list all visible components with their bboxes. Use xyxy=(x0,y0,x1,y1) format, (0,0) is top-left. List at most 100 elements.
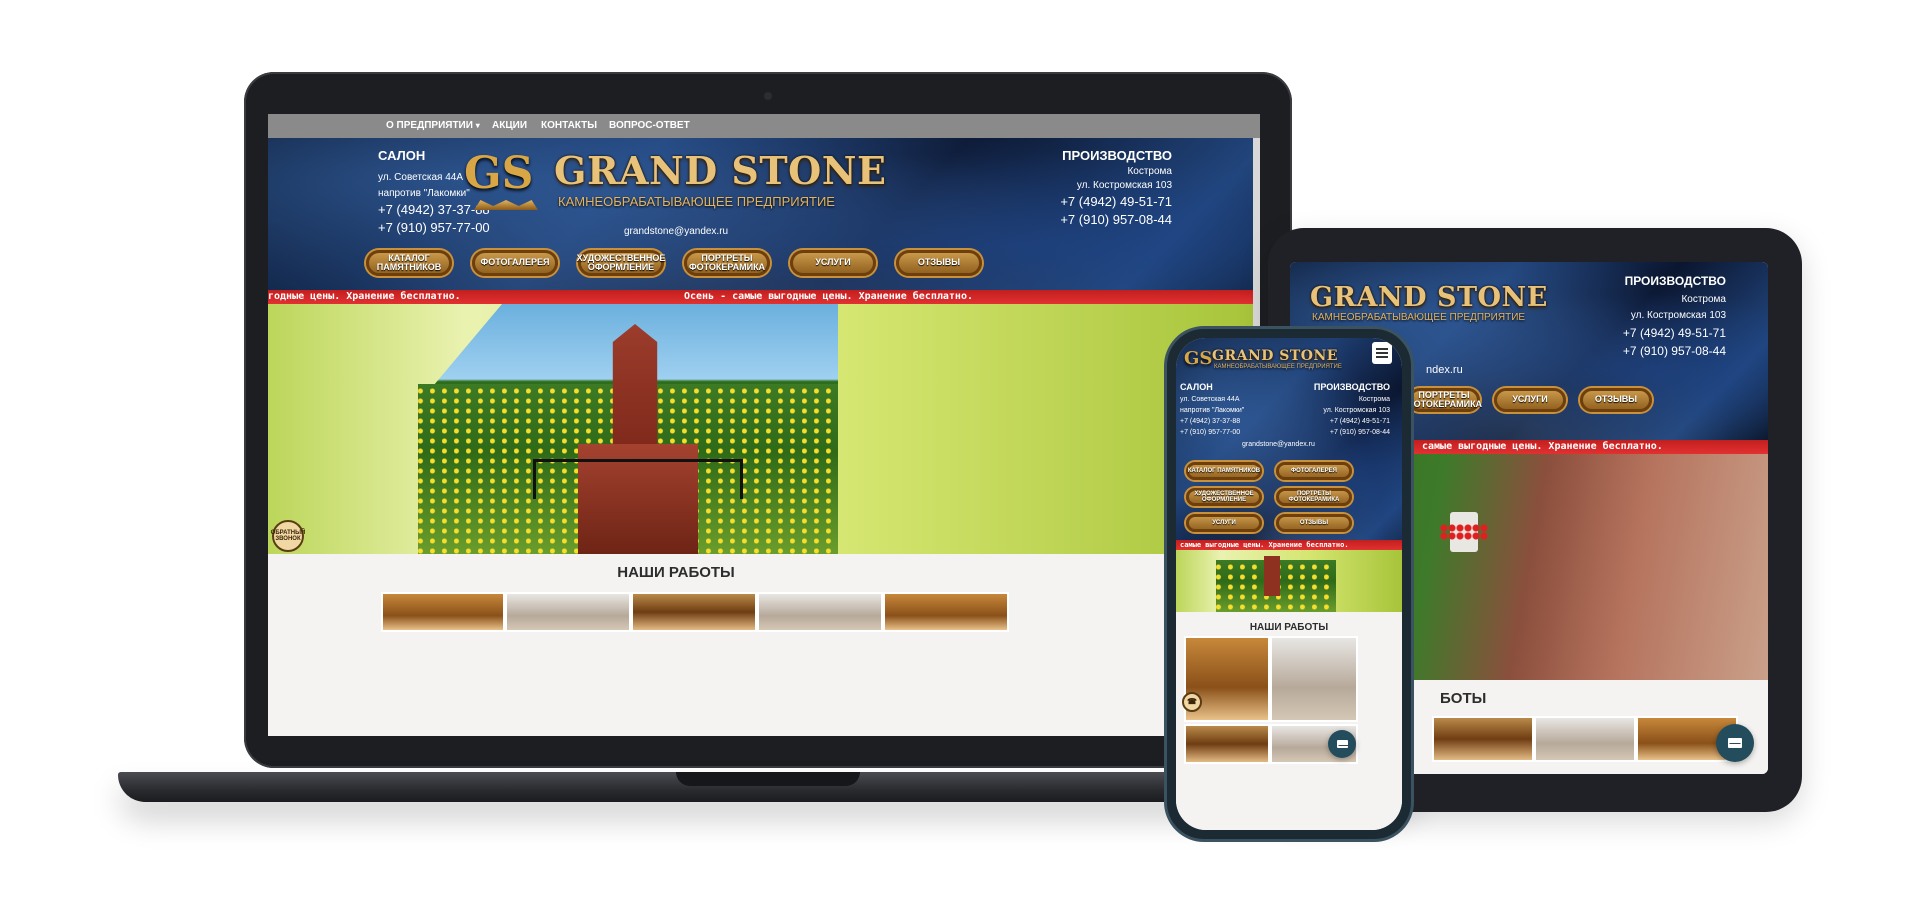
salon-landmark: напротив "Лакомки" xyxy=(378,188,470,199)
tablet-btn-services[interactable]: УСЛУГИ xyxy=(1494,388,1566,412)
mail-icon xyxy=(1728,738,1742,748)
btn-gallery-label: ФОТОГАЛЕРЕЯ xyxy=(480,257,550,268)
laptop-camera xyxy=(764,92,772,100)
work-thumb-2[interactable] xyxy=(505,592,631,632)
phone-btn-portraits[interactable]: ПОРТРЕТЫ ФОТОКЕРАМИКА xyxy=(1276,488,1352,506)
phone-callback-button[interactable]: ☎ xyxy=(1182,692,1202,712)
tablet-mail-button[interactable] xyxy=(1716,724,1754,762)
phone-btn-design[interactable]: ХУДОЖЕСТВЕННОЕ ОФОРМЛЕНИЕ xyxy=(1186,488,1262,506)
phone-btn-gallery[interactable]: ФОТОГАЛЕРЕЯ xyxy=(1276,462,1352,480)
tablet-production-title: ПРОИЗВОДСТВО xyxy=(1624,274,1726,288)
tablet-logo-name: GRAND STONE xyxy=(1310,282,1548,313)
chevron-down-icon: ▾ xyxy=(475,121,480,130)
nav-promos[interactable]: АКЦИИ xyxy=(492,114,527,138)
btn-portraits[interactable]: ПОРТРЕТЫ ФОТОКЕРАМИКА xyxy=(684,250,770,276)
phone-production-city: Кострома xyxy=(1358,396,1390,403)
phone-salon-phone-1[interactable]: +7 (4942) 37-37-88 xyxy=(1180,418,1240,425)
btn-design-label: ХУДОЖЕСТВЕННОЕ ОФОРМЛЕНИЕ xyxy=(576,252,666,272)
hamburger-menu-icon[interactable] xyxy=(1372,342,1392,364)
fence xyxy=(533,459,743,499)
salon-title: САЛОН xyxy=(378,148,426,163)
phone-marquee-text: самые выгодные цены. Хранение бесплатно. xyxy=(1180,541,1349,549)
tablet-production-street: ул. Костромская 103 xyxy=(1630,310,1726,321)
scrollbar[interactable] xyxy=(1253,138,1260,332)
phone-btn-catalog[interactable]: КАТАЛОГ ПАМЯТНИКОВ xyxy=(1186,462,1262,480)
logo-tagline: КАМНЕОБРАБАТЫВАЮЩЕЕ ПРЕДПРИЯТИЕ xyxy=(558,194,835,209)
callback-button[interactable]: ОБРАТНЫЙ ЗВОНОК xyxy=(270,520,306,552)
tablet-work-thumb-1[interactable] xyxy=(1432,716,1534,762)
phone-hero-monument xyxy=(1264,556,1280,596)
site-logo[interactable]: GS GRAND STONE КАМНЕОБРАБАТЫВАЮЩЕЕ ПРЕДП… xyxy=(460,138,894,228)
phone-callback-icon: ☎ xyxy=(1187,697,1197,706)
btn-catalog[interactable]: КАТАЛОГ ПАМЯТНИКОВ xyxy=(366,250,452,276)
phone-logo-monogram: GS xyxy=(1184,348,1213,369)
phone-mail-button[interactable] xyxy=(1328,730,1356,758)
marquee-text-right: Осень - самые выгодные цены. Хранение бе… xyxy=(684,291,973,302)
btn-services-label: УСЛУГИ xyxy=(815,257,851,268)
phone-work-thumb-2[interactable] xyxy=(1270,636,1358,722)
nav-about[interactable]: О ПРЕДПРИЯТИИ ▾ xyxy=(386,114,480,138)
crown-icon xyxy=(474,200,538,210)
production-city: Кострома xyxy=(1127,166,1172,177)
logo-name: GRAND STONE xyxy=(554,148,887,193)
email-link[interactable]: grandstone@yandex.ru xyxy=(624,226,728,237)
btn-reviews-label: ОТЗЫВЫ xyxy=(917,257,961,268)
salon-street: ул. Советская 44А xyxy=(378,172,463,183)
btn-catalog-label: КАТАЛОГ ПАМЯТНИКОВ xyxy=(376,252,442,272)
production-phone-1[interactable]: +7 (4942) 49-51-71 xyxy=(1060,194,1172,209)
tablet-btn-portraits-label: ПОРТРЕТЫ ФОТОКЕРАМИКА xyxy=(1405,389,1483,409)
phone-btn-gallery-label: ФОТОГАЛЕРЕЯ xyxy=(1291,467,1337,474)
callback-label: ОБРАТНЫЙ ЗВОНОК xyxy=(270,530,306,542)
phone-production-street: ул. Костромская 103 xyxy=(1323,407,1390,414)
tablet-work-thumb-2[interactable] xyxy=(1534,716,1636,762)
production-title: ПРОИЗВОДСТВО xyxy=(1062,148,1172,163)
btn-reviews[interactable]: ОТЗЫВЫ xyxy=(896,250,982,276)
tablet-production-city: Кострома xyxy=(1681,294,1726,305)
nav-faq[interactable]: ВОПРОС-ОТВЕТ xyxy=(609,114,690,138)
laptop-notch xyxy=(676,772,860,786)
mail-icon xyxy=(1336,740,1348,748)
phone-btn-reviews[interactable]: ОТЗЫВЫ xyxy=(1276,514,1352,532)
phone-work-thumb-3[interactable] xyxy=(1184,724,1270,764)
tablet-marquee-text: самые выгодные цены. Хранение бесплатно. xyxy=(1422,441,1663,452)
work-thumb-5[interactable] xyxy=(883,592,1009,632)
production-phone-2[interactable]: +7 (910) 957-08-44 xyxy=(1060,212,1172,227)
tablet-btn-portraits[interactable]: ПОРТРЕТЫ ФОТОКЕРАМИКА xyxy=(1405,388,1483,412)
btn-design[interactable]: ХУДОЖЕСТВЕННОЕ ОФОРМЛЕНИЕ xyxy=(576,250,666,276)
marquee-text-left: годные цены. Хранение бесплатно. xyxy=(268,291,461,302)
works-section xyxy=(268,554,1253,736)
phone-salon-phone-2[interactable]: +7 (910) 957-77-00 xyxy=(1180,429,1240,436)
phone-marquee: самые выгодные цены. Хранение бесплатно. xyxy=(1176,540,1402,550)
work-thumb-1[interactable] xyxy=(381,592,505,632)
phone-salon-street: ул. Советская 44А xyxy=(1180,396,1240,403)
logo-monogram: GS xyxy=(464,148,534,199)
work-thumb-3[interactable] xyxy=(631,592,757,632)
tablet-email-link[interactable]: ndex.ru xyxy=(1426,364,1463,376)
btn-services[interactable]: УСЛУГИ xyxy=(790,250,876,276)
phone-production-title: ПРОИЗВОДСТВО xyxy=(1313,382,1390,392)
phone-logo-name: GRAND STONE xyxy=(1212,348,1338,364)
tablet-production-phone-1[interactable]: +7 (4942) 49-51-71 xyxy=(1623,326,1726,340)
phone-btn-design-label: ХУДОЖЕСТВЕННОЕ ОФОРМЛЕНИЕ xyxy=(1194,490,1254,503)
phone-production-phone-2[interactable]: +7 (910) 957-08-44 xyxy=(1330,429,1390,436)
phone-site: GS GRAND STONE КАМНЕОБРАБАТЫВАЮЩЕЕ ПРЕДП… xyxy=(1176,338,1402,830)
btn-portraits-label: ПОРТРЕТЫ ФОТОКЕРАМИКА xyxy=(688,252,766,272)
phone-btn-services[interactable]: УСЛУГИ xyxy=(1186,514,1262,532)
production-street: ул. Костромская 103 xyxy=(1076,180,1172,191)
phone-production-phone-1[interactable]: +7 (4942) 49-51-71 xyxy=(1330,418,1390,425)
tablet-works-title: БОТЫ xyxy=(1440,690,1487,707)
phone-email-link[interactable]: grandstone@yandex.ru xyxy=(1242,441,1315,448)
top-navbar: О ПРЕДПРИЯТИИ ▾ АКЦИИ КОНТАКТЫ ВОПРОС-ОТ… xyxy=(268,114,1260,138)
desktop-site: О ПРЕДПРИЯТИИ ▾ АКЦИИ КОНТАКТЫ ВОПРОС-ОТ… xyxy=(268,114,1260,736)
tablet-btn-reviews[interactable]: ОТЗЫВЫ xyxy=(1580,388,1652,412)
promo-marquee: годные цены. Хранение бесплатно. Осень -… xyxy=(268,290,1253,304)
btn-gallery[interactable]: ФОТОГАЛЕРЕЯ xyxy=(472,250,558,276)
tablet-production-phone-2[interactable]: +7 (910) 957-08-44 xyxy=(1623,344,1726,358)
nav-contacts[interactable]: КОНТАКТЫ xyxy=(541,114,597,138)
phone-btn-portraits-label: ПОРТРЕТЫ ФОТОКЕРАМИКА xyxy=(1288,490,1340,503)
phone-btn-reviews-label: ОТЗЫВЫ xyxy=(1299,519,1329,526)
phone-btn-catalog-label: КАТАЛОГ ПАМЯТНИКОВ xyxy=(1187,467,1261,474)
phone-header-background xyxy=(1176,338,1402,570)
tablet-btn-reviews-label: ОТЗЫВЫ xyxy=(1594,394,1638,405)
work-thumb-4[interactable] xyxy=(757,592,883,632)
